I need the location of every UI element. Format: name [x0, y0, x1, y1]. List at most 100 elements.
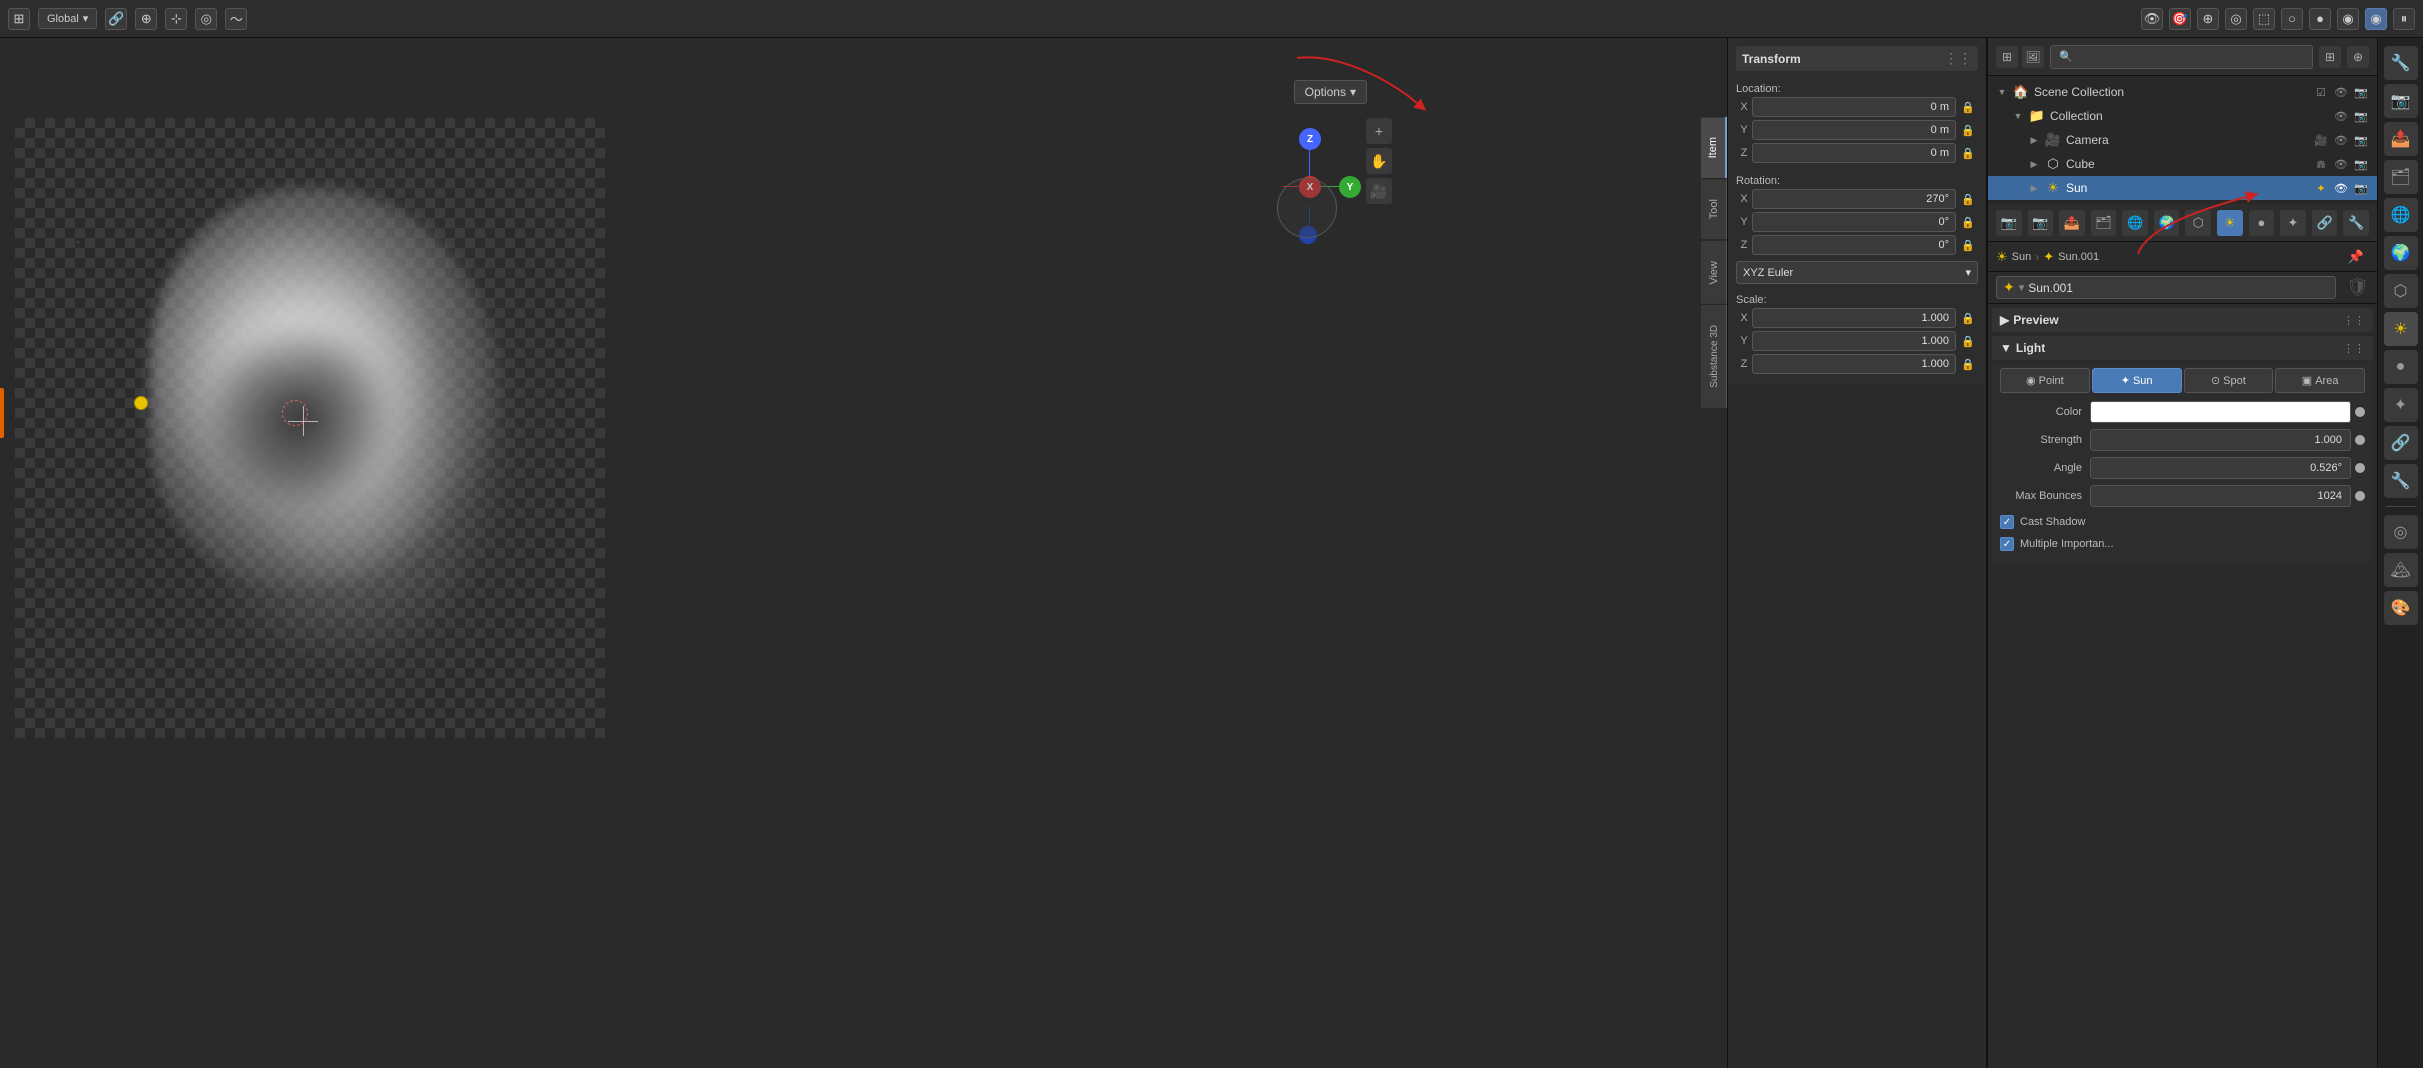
snap-icon[interactable]: ⊹	[165, 8, 187, 30]
camera-icon[interactable]: 🎥	[1366, 178, 1392, 204]
strength-field[interactable]: 1.000	[2090, 429, 2351, 451]
outliner-filter-icon[interactable]: ⊞	[2319, 46, 2341, 68]
prop-particles-icon[interactable]: ✦	[2280, 210, 2306, 236]
color-field[interactable]	[2090, 401, 2351, 423]
scene-collection-check[interactable]: ☑	[2313, 86, 2329, 99]
origin-icon[interactable]: ⊕	[135, 8, 157, 30]
pause-icon[interactable]: ⏸	[2393, 8, 2415, 30]
prop-scene-props-icon[interactable]: 🌐	[2122, 210, 2148, 236]
camera-eye[interactable]: 👁	[2333, 134, 2349, 147]
pan-icon[interactable]: ✋	[1366, 148, 1392, 174]
tree-cube[interactable]: ▶ ⬡ Cube ⋒ 👁 📷	[1988, 152, 2377, 176]
tree-scene-collection[interactable]: ▼ 🏠 Scene Collection ☑ 👁 📷	[1988, 80, 2377, 104]
scale-y-lock[interactable]: 🔒	[1958, 331, 1978, 351]
rot-x-field[interactable]	[1752, 189, 1956, 209]
ri-output-icon[interactable]: 📤	[2384, 122, 2418, 156]
overlay-icon[interactable]: ⊕	[2197, 8, 2219, 30]
solid-icon[interactable]: ●	[2309, 8, 2331, 30]
light-type-sun[interactable]: ✦ Sun	[2092, 368, 2182, 393]
view3d-icon[interactable]: 👁	[2141, 8, 2163, 30]
scene-collection-eye[interactable]: 👁	[2333, 86, 2349, 99]
camera-cam[interactable]: 📷	[2353, 134, 2369, 147]
prop-view-layer-icon[interactable]: 🗂	[2091, 210, 2117, 236]
gizmo-icon[interactable]: ◎	[2225, 8, 2247, 30]
loc-y-lock[interactable]: 🔒	[1958, 120, 1978, 140]
material-icon[interactable]: ◉	[2337, 8, 2359, 30]
color-dot[interactable]	[2355, 407, 2365, 417]
rot-x-lock[interactable]: 🔒	[1958, 189, 1978, 209]
sidebar-tab-item[interactable]: Item	[1701, 116, 1727, 178]
outliner-image-icon[interactable]: 🖼	[2022, 46, 2044, 68]
prop-modifiers-icon[interactable]: 🔧	[2343, 210, 2369, 236]
collection-eye[interactable]: 👁	[2333, 110, 2349, 123]
rot-z-lock[interactable]: 🔒	[1958, 235, 1978, 255]
link-icon[interactable]: 🔗	[105, 8, 127, 30]
nav-z-button[interactable]: Z	[1299, 128, 1321, 150]
max-bounces-dot[interactable]	[2355, 491, 2365, 501]
prop-constraints-icon[interactable]: 🔗	[2312, 210, 2338, 236]
view-all-icon[interactable]: ⬚	[2253, 8, 2275, 30]
nav-y-button[interactable]: Y	[1339, 176, 1361, 198]
wave-icon[interactable]: 〜	[225, 8, 247, 30]
cube-cam[interactable]: 📷	[2353, 158, 2369, 171]
tree-sun[interactable]: ▶ ☀ Sun ✦ 👁 📷	[1988, 176, 2377, 200]
ri-objectdata-icon[interactable]: ☀	[2384, 312, 2418, 346]
tree-camera[interactable]: ▶ 🎥 Camera 🎥 👁 📷	[1988, 128, 2377, 152]
ri-modifiers-icon[interactable]: 🔧	[2384, 464, 2418, 498]
wireframe-icon[interactable]: ○	[2281, 8, 2303, 30]
ri-extra1-icon[interactable]: ◎	[2384, 515, 2418, 549]
scale-x-field[interactable]	[1752, 308, 1956, 328]
loc-z-lock[interactable]: 🔒	[1958, 143, 1978, 163]
sun-eye[interactable]: 👁	[2333, 182, 2349, 195]
ri-material-icon[interactable]: ●	[2384, 350, 2418, 384]
data-name-input[interactable]	[2028, 281, 2329, 295]
global-dropdown[interactable]: Global ▾	[38, 8, 97, 29]
prop-material-icon[interactable]: ●	[2249, 210, 2275, 236]
pin-icon[interactable]: 📌	[2343, 244, 2369, 270]
cube-eye[interactable]: 👁	[2333, 158, 2349, 171]
transform-panel-header[interactable]: Transform ⋮⋮	[1736, 46, 1978, 71]
prop-world-icon[interactable]: 🌍	[2154, 210, 2180, 236]
scene-collection-cam[interactable]: 📷	[2353, 86, 2369, 99]
rot-z-field[interactable]	[1752, 235, 1956, 255]
sidebar-tab-substance[interactable]: Substance 3D	[1701, 304, 1727, 408]
viewport-shading-icon[interactable]: 🎯	[2169, 8, 2191, 30]
sidebar-tab-view[interactable]: View	[1701, 240, 1727, 305]
outliner-search[interactable]	[2050, 45, 2313, 69]
ri-world-icon[interactable]: 🌍	[2384, 236, 2418, 270]
prop-object-icon[interactable]: ⬡	[2185, 210, 2211, 236]
outliner-display-icon[interactable]: ⊞	[1996, 46, 2018, 68]
loc-z-field[interactable]	[1752, 143, 1956, 163]
strength-dot[interactable]	[2355, 435, 2365, 445]
ri-scene-icon[interactable]: 📷	[2384, 84, 2418, 118]
ri-scene2-icon[interactable]: 🌐	[2384, 198, 2418, 232]
collection-cam[interactable]: 📷	[2353, 110, 2369, 123]
rendered-icon[interactable]: ◉	[2365, 8, 2387, 30]
ri-particles-icon[interactable]: ✦	[2384, 388, 2418, 422]
loc-x-lock[interactable]: 🔒	[1958, 97, 1978, 117]
tree-collection[interactable]: ▼ 📁 Collection 👁 📷	[1988, 104, 2377, 128]
multiple-importance-checkbox[interactable]: ✓	[2000, 537, 2014, 551]
layout-icon[interactable]: ⊞	[8, 8, 30, 30]
ri-extra2-icon[interactable]: 🏔	[2384, 553, 2418, 587]
scale-z-lock[interactable]: 🔒	[1958, 354, 1978, 374]
ri-viewlayer-icon[interactable]: 🗂	[2384, 160, 2418, 194]
light-type-spot[interactable]: ⊙ Spot	[2184, 368, 2274, 393]
outliner-add-icon[interactable]: ⊕	[2347, 46, 2369, 68]
proportional-icon[interactable]: ◎	[195, 8, 217, 30]
angle-dot[interactable]	[2355, 463, 2365, 473]
loc-x-field[interactable]	[1752, 97, 1956, 117]
ri-object-icon[interactable]: ⬡	[2384, 274, 2418, 308]
max-bounces-field[interactable]: 1024	[2090, 485, 2351, 507]
loc-y-field[interactable]	[1752, 120, 1956, 140]
preview-header[interactable]: ▶ Preview ⋮⋮	[1992, 308, 2373, 332]
prop-object-data-icon[interactable]: ☀	[2217, 210, 2243, 236]
rot-y-lock[interactable]: 🔒	[1958, 212, 1978, 232]
light-type-point[interactable]: ◉ Point	[2000, 368, 2090, 393]
light-type-area[interactable]: ▣ Area	[2275, 368, 2365, 393]
prop-scene-icon[interactable]: 📷	[1996, 210, 2022, 236]
angle-field[interactable]: 0.526°	[2090, 457, 2351, 479]
options-button[interactable]: Options ▾	[1294, 80, 1367, 104]
ri-constraints-icon[interactable]: 🔗	[2384, 426, 2418, 460]
ri-extra3-icon[interactable]: 🎨	[2384, 591, 2418, 625]
